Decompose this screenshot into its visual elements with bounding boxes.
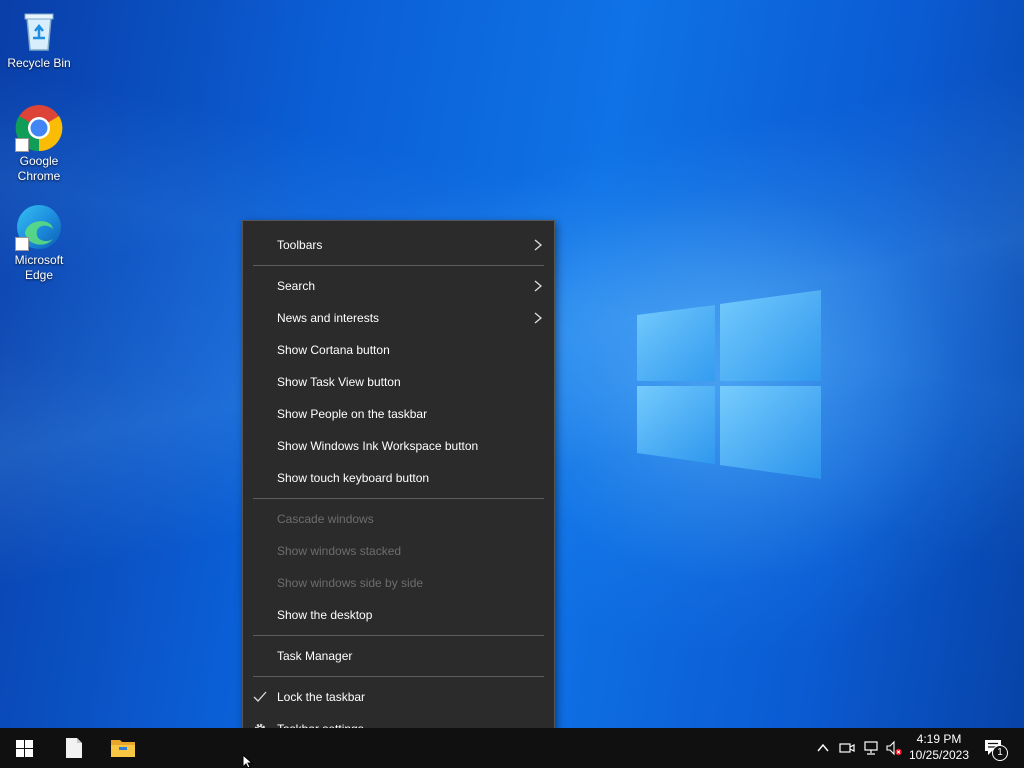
file-icon [66,738,82,758]
mouse-cursor-icon [242,754,254,768]
menu-item-label: Cascade windows [277,512,374,526]
menu-item-label: Task Manager [277,649,353,663]
menu-item-label: Show People on the taskbar [277,407,428,421]
menu-item-label: Show the desktop [277,608,373,622]
volume-muted-icon[interactable] [886,740,902,756]
taskbar-clock[interactable]: 4:19 PM 10/25/2023 [902,731,976,763]
menu-item-toolbars[interactable]: Toolbars [243,229,554,261]
network-icon[interactable] [863,740,879,756]
clock-date: 10/25/2023 [908,748,970,762]
camera-icon[interactable] [839,740,855,756]
menu-item-label: Toolbars [277,238,323,252]
action-center-button[interactable]: 1 [980,728,1024,768]
taskbar-context-menu: Toolbars Search News and interests Show … [242,220,555,753]
menu-separator [253,265,544,266]
desktop-icon-microsoft-edge[interactable]: Microsoft Edge [1,203,77,283]
menu-item-label: Show Windows Ink Workspace button [277,439,479,453]
recycle-bin-icon [24,13,54,51]
menu-item-label: Lock the taskbar [277,690,366,704]
desktop-icon-label: Recycle Bin [7,56,71,70]
chevron-right-icon [534,280,543,292]
taskbar-file-explorer-button[interactable] [98,728,146,768]
menu-item-label: Show touch keyboard button [277,471,430,485]
chevron-right-icon [534,312,543,324]
menu-item-show-windows-side-by-side: Show windows side by side [243,567,554,599]
menu-item-label: Show Task View button [277,375,401,389]
shortcut-arrow-icon [15,237,29,251]
menu-item-label: Show windows stacked [277,544,402,558]
start-button[interactable] [0,728,48,768]
checkmark-icon [253,691,267,702]
menu-separator [253,498,544,499]
notification-count-badge: 1 [992,745,1008,761]
desktop-icon-recycle-bin[interactable]: Recycle Bin [1,6,77,71]
file-explorer-icon [111,740,135,757]
menu-item-show-the-desktop[interactable]: Show the desktop [243,599,554,631]
taskbar-file-button[interactable] [50,728,98,768]
chevron-up-icon[interactable] [815,740,831,756]
menu-item-show-ink-workspace[interactable]: Show Windows Ink Workspace button [243,430,554,462]
desktop-icon-google-chrome[interactable]: Google Chrome [1,104,77,184]
menu-item-show-cortana-button[interactable]: Show Cortana button [243,334,554,366]
menu-item-label: Show Cortana button [277,343,390,357]
menu-item-task-manager[interactable]: Task Manager [243,640,554,672]
menu-separator [253,676,544,677]
menu-item-lock-the-taskbar[interactable]: Lock the taskbar [243,681,554,713]
menu-item-show-task-view-button[interactable]: Show Task View button [243,366,554,398]
clock-time: 4:19 PM [916,732,962,746]
windows-start-icon [16,740,33,757]
menu-item-show-touch-keyboard[interactable]: Show touch keyboard button [243,462,554,494]
menu-separator [253,635,544,636]
windows-logo-wallpaper [637,290,821,479]
menu-item-news-and-interests[interactable]: News and interests [243,302,554,334]
menu-item-show-windows-stacked: Show windows stacked [243,535,554,567]
desktop-icon-label: Microsoft Edge [14,253,64,282]
menu-item-label: News and interests [277,311,380,325]
menu-item-label: Search [277,279,316,293]
menu-item-label: Show windows side by side [277,576,424,590]
menu-item-show-people[interactable]: Show People on the taskbar [243,398,554,430]
chevron-right-icon [534,239,543,251]
menu-item-cascade-windows: Cascade windows [243,503,554,535]
taskbar: 4:19 PM 10/25/2023 1 [0,728,1024,768]
shortcut-arrow-icon [15,138,29,152]
desktop-icon-label: Google Chrome [17,154,61,183]
menu-item-search[interactable]: Search [243,270,554,302]
